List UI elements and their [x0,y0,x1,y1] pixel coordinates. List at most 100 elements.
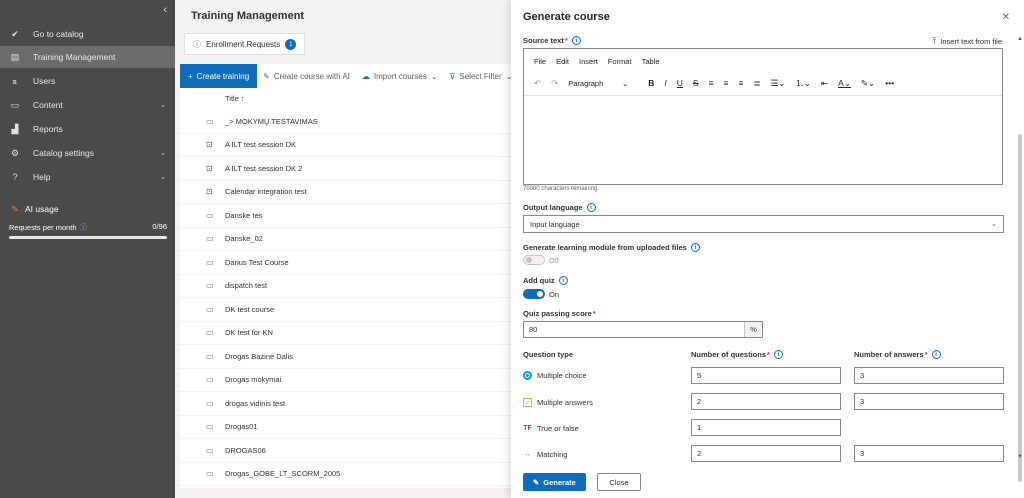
info-icon[interactable]: i [558,276,568,285]
align-left-icon[interactable]: ≡ [709,78,714,88]
sidebar-item-reports[interactable]: ▟ Reports [0,118,175,140]
true-false-questions-input[interactable]: 1 [691,419,841,436]
numbered-list-icon[interactable]: ⒈⌄ [795,77,811,89]
label-text: Source text [523,36,564,45]
align-center-icon[interactable]: ≡ [724,78,729,88]
question-type-label: Matching [537,450,568,459]
label-text: Output language [523,203,583,212]
row-title: Darius Test Course [225,257,289,267]
sidebar-item-content[interactable]: ▭ Content ⌄ [0,94,175,116]
menu-format[interactable]: Format [608,57,632,66]
chevron-down-icon: ⌄ [430,71,438,81]
close-icon[interactable]: ✕ [1002,12,1010,23]
row-title: Drogas mokymai [225,375,282,385]
classroom-icon: ⊡ [206,140,213,150]
monitor-icon: ▭ [206,210,214,220]
question-type-matching: ↔ Matching [523,450,567,459]
menu-file[interactable]: File [534,57,546,66]
insert-text-from-file-link[interactable]: ⤒ Insert text from file [932,36,1002,47]
paragraph-select[interactable]: Paragraph ⌄ [568,79,638,88]
create-training-button[interactable]: + Create training [180,64,258,88]
sidebar-item-users[interactable]: ꭱ Users [0,70,175,92]
page-title: Training Management [191,10,305,22]
info-icon[interactable]: i [931,350,941,359]
italic-icon[interactable]: I [664,78,666,88]
sidebar-item-label: Help [33,172,51,182]
characters-remaining: 70000 characters remaining. [523,186,600,192]
sidebar-item-go-to-catalog[interactable]: ✔ Go to catalog [0,23,175,45]
source-text-editor[interactable]: File Edit Insert Format Table ↶ ↷ Paragr… [523,48,1003,185]
outdent-icon[interactable]: ⇤ [821,78,828,89]
score-value: 80 [529,325,538,334]
undo-icon[interactable]: ↶ [534,78,541,89]
import-courses-button[interactable]: ☁ Import courses ⌄ [356,72,444,81]
monitor-icon: ▭ [206,257,214,267]
bold-icon[interactable]: B [648,78,654,88]
editor-toolbar: ↶ ↷ Paragraph ⌄ B I U S ≡ ≡ ≡ ≣ ☰⌄ ⒈⌄ ⇤ … [534,77,904,89]
toggle-state: On [549,290,560,299]
requests-per-month: Requests per month ⓘ 0/96 [9,222,167,233]
highlight-icon[interactable]: ✎⌄ [861,78,875,89]
generate-module-toggle[interactable] [523,255,545,265]
menu-edit[interactable]: Edit [556,57,569,66]
panel-scrollbar[interactable]: ▲ ▼ [1016,36,1024,482]
required-marker: * [564,36,568,45]
matching-questions-input[interactable]: 2 [691,445,841,462]
multiple-choice-answers-input[interactable]: 3 [854,367,1004,384]
underline-icon[interactable]: U [677,78,683,88]
menu-insert[interactable]: Insert [579,57,598,66]
multiple-answers-questions-input[interactable]: 2 [691,393,841,410]
sidebar-item-training-management[interactable]: ▤ Training Management [0,46,175,68]
close-button[interactable]: Close [597,473,641,491]
info-icon[interactable]: ⓘ [80,223,88,232]
row-title: A ILT test session DK 2 [225,163,303,173]
info-icon[interactable]: i [571,36,581,45]
multiple-answers-answers-input[interactable]: 3 [854,393,1004,410]
sidebar-item-catalog-settings[interactable]: ⚙ Catalog settings ⌄ [0,142,175,164]
align-right-icon[interactable]: ≡ [739,78,744,88]
sidebar-item-help[interactable]: ? Help ⌄ [0,166,175,188]
menu-table[interactable]: Table [642,57,660,66]
scroll-up-icon[interactable]: ▲ [1017,36,1023,42]
bullet-list-icon[interactable]: ☰⌄ [771,78,786,89]
add-quiz-toggle[interactable] [523,289,545,299]
question-type-true-false: TF True or false [523,424,579,433]
source-text-label: Source text * i [523,36,581,45]
more-icon[interactable]: ••• [885,78,894,88]
chevron-down-icon: ⌄ [160,150,166,157]
monitor-icon: ▭ [206,281,214,291]
collapse-sidebar-icon[interactable]: ‹ [163,4,167,16]
justify-icon[interactable]: ≣ [753,78,760,89]
question-type-header: Question type [523,350,573,359]
column-header-title[interactable]: Title ↑ [225,94,245,103]
monitor-icon: ▭ [206,351,214,361]
row-title: DROGAS06 [225,445,266,455]
select-filter-button[interactable]: ⊽ Select Filter ⌄ [444,72,519,81]
info-icon[interactable]: i [773,350,783,359]
tab-enrollment-requests[interactable]: ⓘ Enrollment Requests 1 [184,33,306,55]
label-text: Quiz passing score [523,309,592,318]
info-icon[interactable]: i [690,243,700,252]
matching-answers-input[interactable]: 3 [854,445,1004,462]
row-title: DK test for KN [225,328,273,338]
wand-icon: ✎ [263,71,270,81]
multiple-choice-questions-input[interactable]: 5 [691,367,841,384]
question-type-label: True or false [537,424,579,433]
scrollbar-thumb[interactable] [1018,134,1022,482]
output-language-select[interactable]: Input language ⌄ [523,215,1004,233]
passing-score-input[interactable]: 80 % [523,321,763,338]
generate-button[interactable]: ✎ Generate [523,473,586,491]
monitor-icon: ▭ [206,422,214,432]
question-type-multiple-answers: ✓ Multiple answers [523,398,593,407]
strikethrough-icon[interactable]: S [693,78,699,88]
scroll-down-icon[interactable]: ▼ [1017,454,1023,460]
header-text: Question type [523,350,574,359]
chevron-down-icon: ⌄ [991,221,997,228]
redo-icon[interactable]: ↷ [551,78,558,89]
requests-progress-bar [9,236,167,239]
monitor-icon: ▭ [206,116,214,126]
label-text: Generate learning module from uploaded f… [523,243,687,252]
create-course-ai-button[interactable]: ✎ Create course with AI [257,72,356,81]
text-color-icon[interactable]: A⌄ [838,78,851,89]
info-icon[interactable]: i [586,203,596,212]
